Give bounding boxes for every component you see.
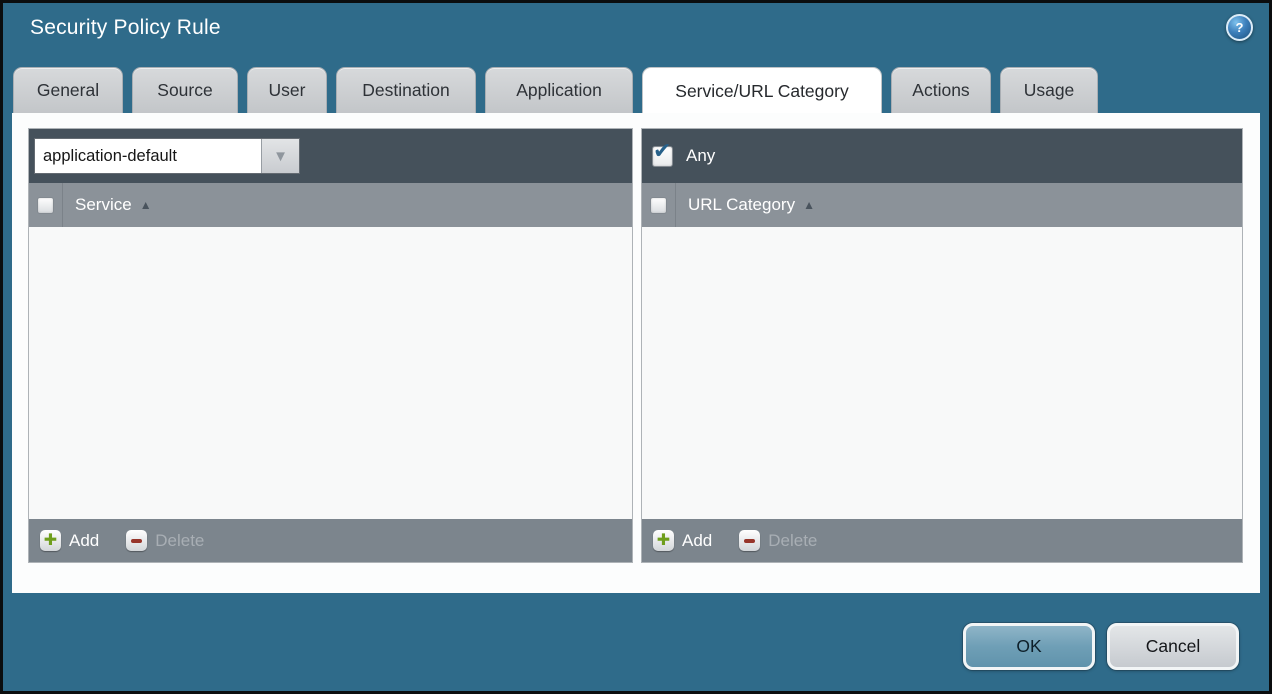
url-category-panel-header: ✔ Any xyxy=(642,129,1242,183)
delete-service-button[interactable]: Delete xyxy=(126,530,204,551)
tab-content-area: application-default ▼ Service ▲ ✚ Add xyxy=(12,113,1260,593)
tab-usage[interactable]: Usage xyxy=(1000,67,1098,113)
delete-url-category-button[interactable]: Delete xyxy=(739,530,817,551)
delete-service-label: Delete xyxy=(155,531,204,551)
minus-icon xyxy=(739,530,760,551)
tab-bar: General Source User Destination Applicat… xyxy=(13,67,1098,113)
chevron-down-icon: ▼ xyxy=(273,149,288,164)
add-url-category-label: Add xyxy=(682,531,712,551)
tab-actions[interactable]: Actions xyxy=(891,67,991,113)
minus-icon xyxy=(126,530,147,551)
url-category-select-all-cell xyxy=(642,183,676,227)
plus-icon: ✚ xyxy=(40,530,61,551)
any-checkbox[interactable]: ✔ xyxy=(652,146,673,167)
service-select-all-checkbox[interactable] xyxy=(37,197,54,214)
url-category-select-all-checkbox[interactable] xyxy=(650,197,667,214)
cancel-button[interactable]: Cancel xyxy=(1107,623,1239,670)
ok-button[interactable]: OK xyxy=(963,623,1095,670)
service-type-dropdown-value[interactable]: application-default xyxy=(35,139,261,173)
security-policy-rule-dialog: Security Policy Rule ? General Source Us… xyxy=(0,0,1272,694)
service-type-dropdown-button[interactable]: ▼ xyxy=(261,139,299,173)
delete-url-category-label: Delete xyxy=(768,531,817,551)
tab-application[interactable]: Application xyxy=(485,67,633,113)
service-type-dropdown[interactable]: application-default ▼ xyxy=(34,138,300,174)
tab-destination[interactable]: Destination xyxy=(336,67,476,113)
service-panel-header: application-default ▼ xyxy=(29,129,632,183)
page-title: Security Policy Rule xyxy=(30,16,221,40)
help-button[interactable]: ? xyxy=(1226,14,1253,41)
add-service-button[interactable]: ✚ Add xyxy=(40,530,99,551)
checkmark-icon: ✔ xyxy=(653,140,671,162)
url-category-list xyxy=(642,227,1242,519)
tab-general[interactable]: General xyxy=(13,67,123,113)
help-icon: ? xyxy=(1236,21,1244,34)
service-panel-footer: ✚ Add Delete xyxy=(29,519,632,562)
url-category-panel-footer: ✚ Add Delete xyxy=(642,519,1242,562)
sort-asc-icon[interactable]: ▲ xyxy=(140,198,152,212)
any-row: ✔ Any xyxy=(642,146,715,167)
service-list xyxy=(29,227,632,519)
service-select-all-cell xyxy=(29,183,63,227)
any-label: Any xyxy=(686,146,715,166)
tab-service-url-category[interactable]: Service/URL Category xyxy=(642,67,882,114)
service-column-label: Service xyxy=(75,195,132,215)
service-column-header: Service ▲ xyxy=(29,183,632,227)
url-category-column-label: URL Category xyxy=(688,195,795,215)
tab-source[interactable]: Source xyxy=(132,67,238,113)
tab-user[interactable]: User xyxy=(247,67,327,113)
plus-icon: ✚ xyxy=(653,530,674,551)
url-category-panel: ✔ Any URL Category ▲ ✚ Add xyxy=(641,128,1243,563)
url-category-column-header: URL Category ▲ xyxy=(642,183,1242,227)
add-service-label: Add xyxy=(69,531,99,551)
add-url-category-button[interactable]: ✚ Add xyxy=(653,530,712,551)
sort-asc-icon[interactable]: ▲ xyxy=(803,198,815,212)
service-panel: application-default ▼ Service ▲ ✚ Add xyxy=(28,128,633,563)
